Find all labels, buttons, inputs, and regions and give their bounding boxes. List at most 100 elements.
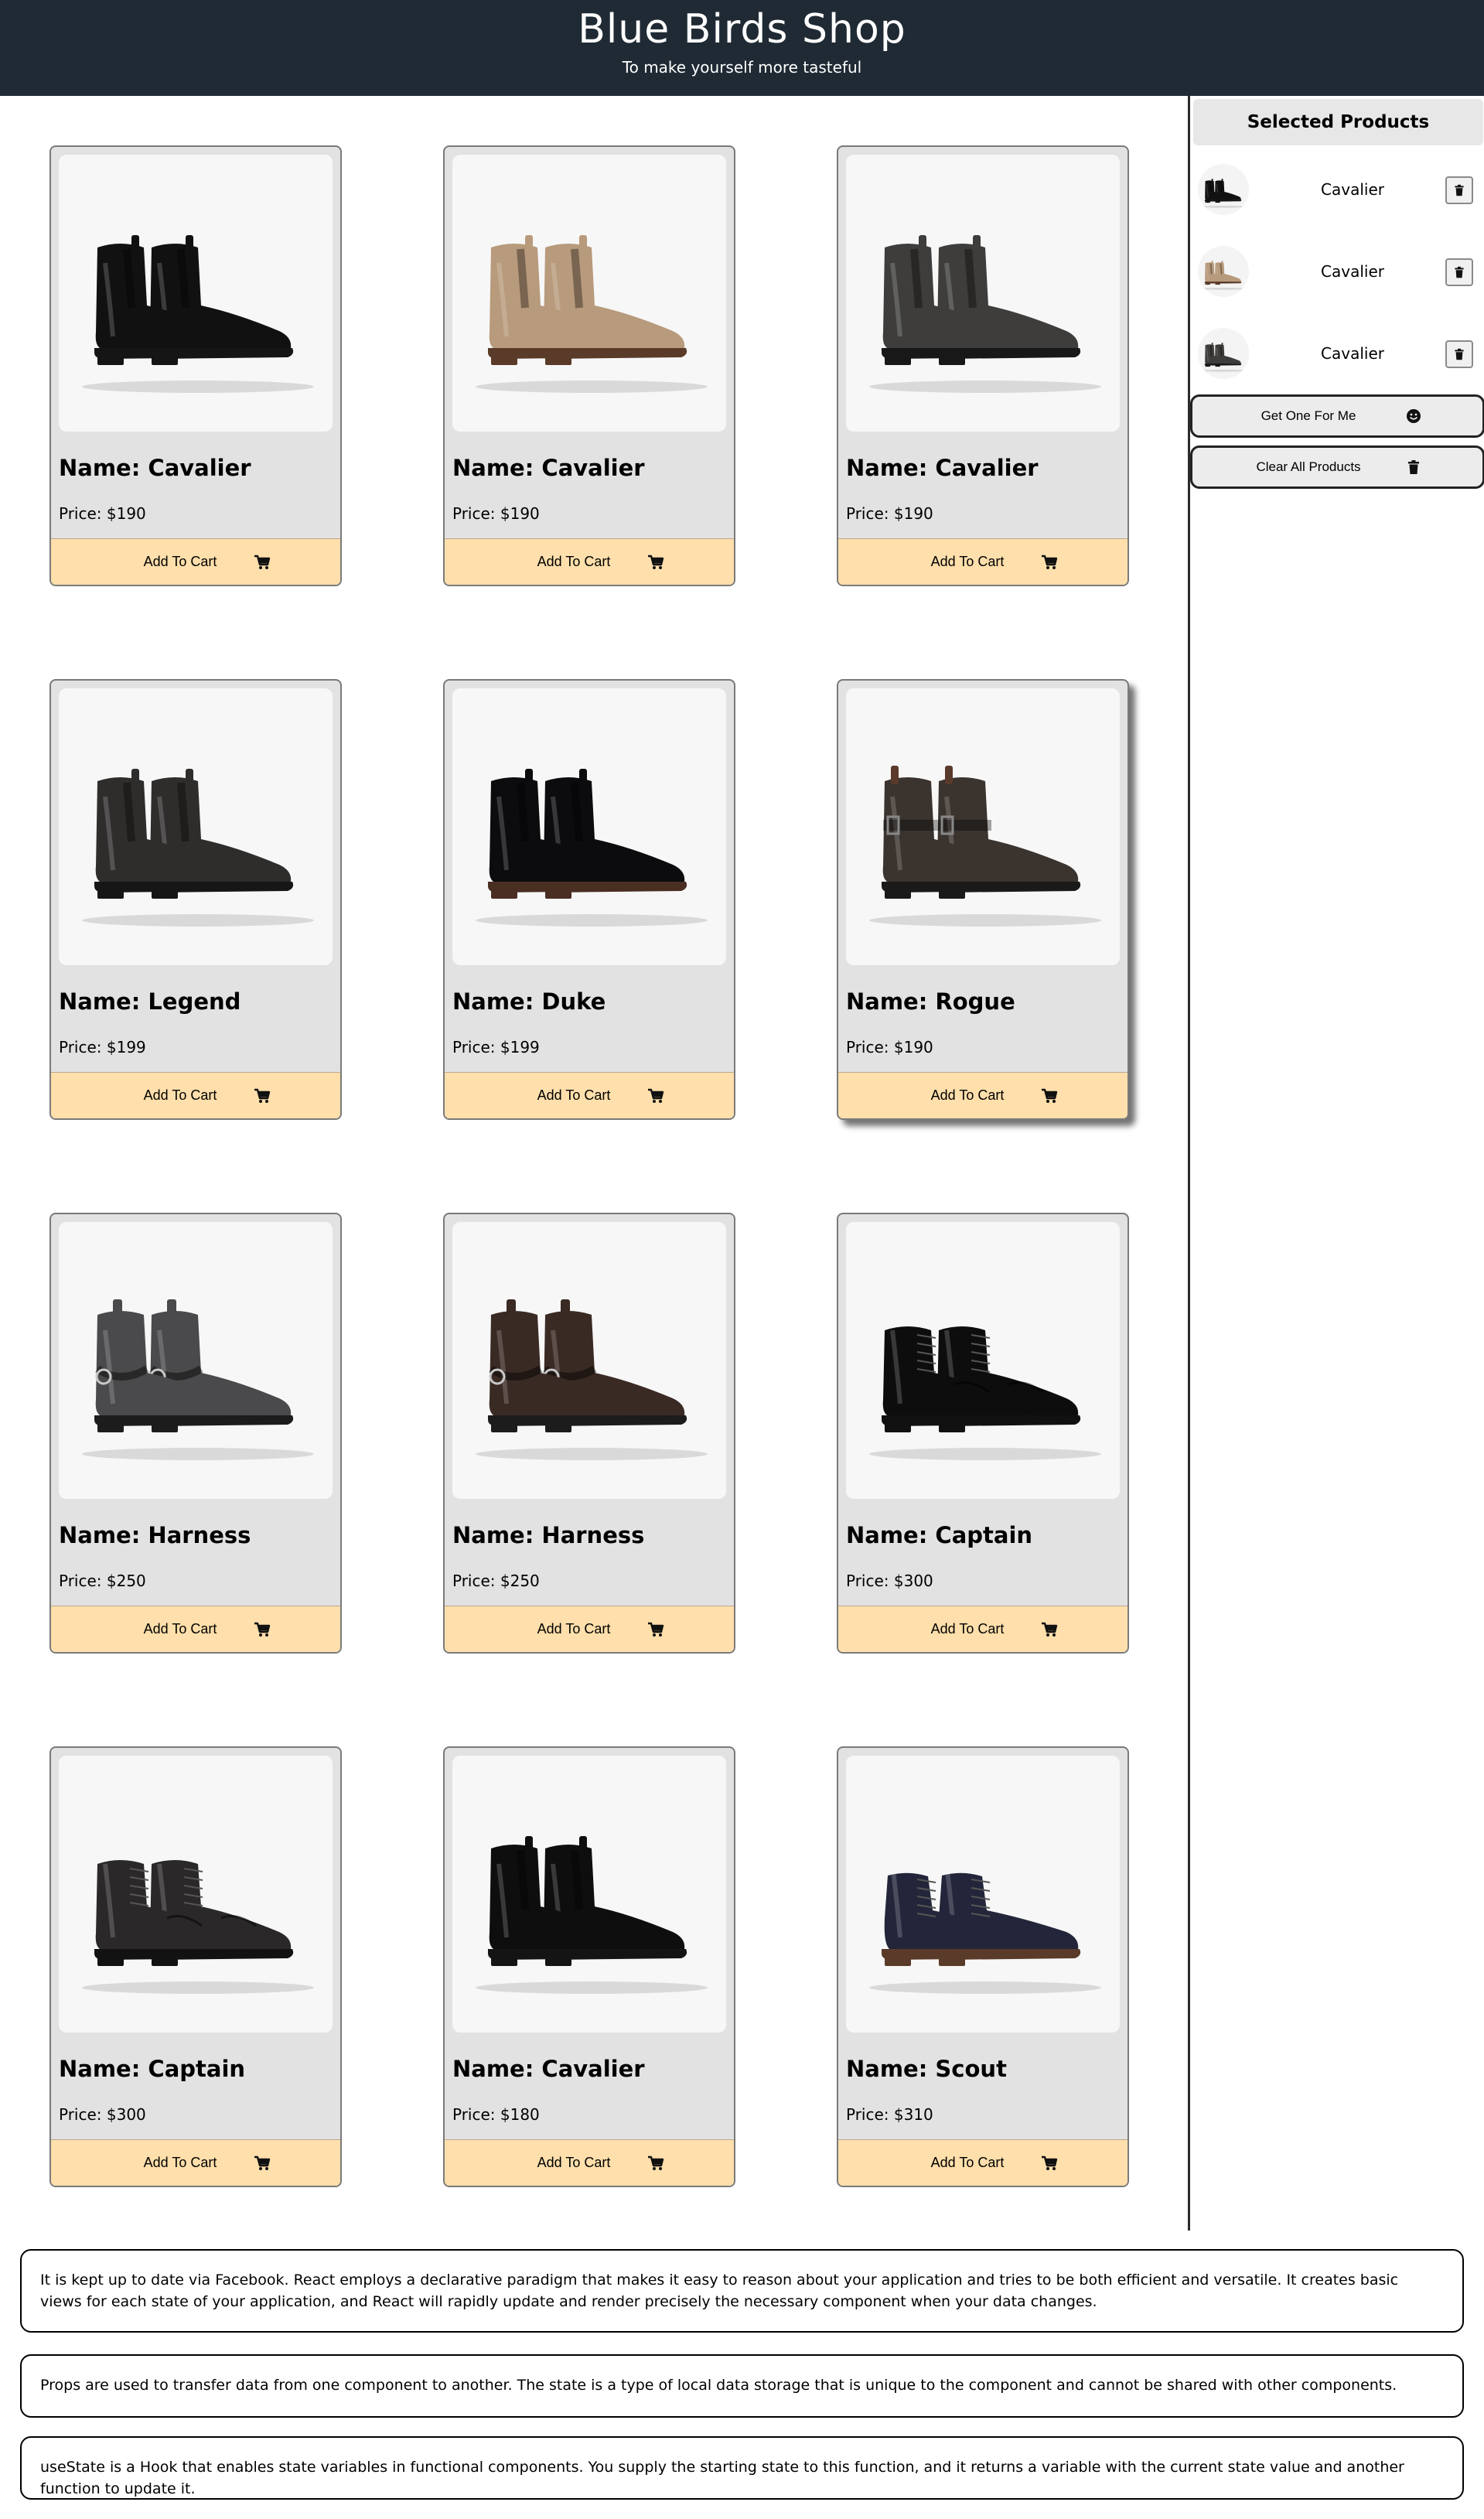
add-to-cart-button[interactable]: Add To Cart	[838, 1606, 1127, 1652]
product-name: Name: Scout	[846, 2056, 1007, 2082]
add-to-cart-label: Add To Cart	[537, 1621, 611, 1637]
product-price: Price: $250	[59, 1572, 146, 1590]
site-title: Blue Birds Shop	[578, 6, 906, 53]
product-image[interactable]	[59, 688, 333, 965]
product-image[interactable]	[59, 155, 333, 432]
add-to-cart-label: Add To Cart	[143, 1087, 217, 1103]
product-card: Name: Cavalier Price: $180 Add To Cart	[443, 1746, 735, 2187]
product-name: Name: Captain	[846, 1522, 1033, 1548]
cart-icon	[648, 555, 664, 569]
product-image[interactable]	[452, 1756, 726, 2033]
info-text: Props are used to transfer data from one…	[40, 2377, 1397, 2394]
product-card: Name: Scout Price: $310 Add To Cart	[837, 1746, 1129, 2187]
product-name: Name: Harness	[59, 1522, 251, 1548]
add-to-cart-label: Add To Cart	[930, 1621, 1005, 1637]
trash-icon	[1455, 266, 1464, 278]
cart-icon	[1042, 2155, 1058, 2170]
product-card: Name: Legend Price: $199 Add To Cart	[49, 679, 342, 1120]
product-price: Price: $310	[846, 2105, 933, 2124]
get-one-for-me-button[interactable]: Get One For Me	[1190, 394, 1484, 438]
product-image[interactable]	[59, 1222, 333, 1499]
product-name: Name: Cavalier	[846, 455, 1039, 481]
add-to-cart-button[interactable]: Add To Cart	[838, 538, 1127, 585]
add-to-cart-button[interactable]: Add To Cart	[445, 2139, 734, 2186]
info-text: useState is a Hook that enables state va…	[40, 2459, 1404, 2497]
product-price: Price: $250	[452, 1572, 540, 1590]
product-price: Price: $190	[846, 1038, 933, 1056]
info-box-react: It is kept up to date via Facebook. Reac…	[20, 2249, 1464, 2333]
add-to-cart-label: Add To Cart	[537, 2155, 611, 2170]
selected-product-name: Cavalier	[1321, 344, 1384, 363]
info-text: It is kept up to date via Facebook. Reac…	[40, 2272, 1399, 2310]
product-card: Name: Harness Price: $250 Add To Cart	[49, 1213, 342, 1654]
product-image[interactable]	[59, 1756, 333, 2033]
selected-product-name: Cavalier	[1321, 180, 1384, 199]
cart-icon	[648, 2155, 664, 2170]
selected-product-item: Cavalier	[1190, 319, 1484, 388]
add-to-cart-label: Add To Cart	[143, 2155, 217, 2170]
product-image[interactable]	[846, 155, 1120, 432]
product-price: Price: $180	[452, 2105, 540, 2124]
cart-icon	[254, 555, 271, 569]
product-image[interactable]	[452, 688, 726, 965]
product-card: Name: Harness Price: $250 Add To Cart	[443, 1213, 735, 1654]
add-to-cart-label: Add To Cart	[143, 554, 217, 569]
clear-all-products-label: Clear All Products	[1256, 459, 1361, 474]
add-to-cart-button[interactable]: Add To Cart	[445, 1072, 734, 1118]
product-card: Name: Cavalier Price: $190 Add To Cart	[49, 145, 342, 586]
add-to-cart-label: Add To Cart	[930, 2155, 1005, 2170]
remove-product-button[interactable]	[1445, 340, 1473, 368]
add-to-cart-button[interactable]: Add To Cart	[838, 1072, 1127, 1118]
product-card: Name: Rogue Price: $190 Add To Cart	[837, 679, 1129, 1120]
product-name: Name: Cavalier	[452, 2056, 645, 2082]
cart-icon	[1042, 1622, 1058, 1637]
trash-icon	[1455, 184, 1464, 196]
product-image[interactable]	[846, 1222, 1120, 1499]
product-name: Name: Rogue	[846, 988, 1015, 1015]
add-to-cart-label: Add To Cart	[930, 1087, 1005, 1103]
product-name: Name: Cavalier	[59, 455, 251, 481]
remove-product-button[interactable]	[1445, 176, 1473, 204]
add-to-cart-button[interactable]: Add To Cart	[51, 1072, 340, 1118]
cart-icon	[254, 1088, 271, 1103]
product-image[interactable]	[452, 1222, 726, 1499]
add-to-cart-button[interactable]: Add To Cart	[51, 2139, 340, 2186]
add-to-cart-label: Add To Cart	[537, 554, 611, 569]
product-name: Name: Cavalier	[452, 455, 645, 481]
product-card: Name: Captain Price: $300 Add To Cart	[49, 1746, 342, 2187]
product-image[interactable]	[452, 155, 726, 432]
add-to-cart-label: Add To Cart	[143, 1621, 217, 1637]
product-image[interactable]	[846, 688, 1120, 965]
selected-product-thumbnail	[1198, 328, 1249, 379]
product-image[interactable]	[846, 1756, 1120, 2033]
cart-icon	[1042, 1088, 1058, 1103]
product-price: Price: $190	[59, 504, 146, 523]
add-to-cart-button[interactable]: Add To Cart	[445, 538, 734, 585]
product-price: Price: $190	[846, 504, 933, 523]
add-to-cart-label: Add To Cart	[537, 1087, 611, 1103]
add-to-cart-button[interactable]: Add To Cart	[838, 2139, 1127, 2186]
selected-product-name: Cavalier	[1321, 262, 1384, 281]
trash-icon	[1455, 348, 1464, 360]
cart-icon	[648, 1088, 664, 1103]
product-name: Name: Harness	[452, 1522, 645, 1548]
trash-icon	[1408, 460, 1419, 474]
add-to-cart-button[interactable]: Add To Cart	[51, 538, 340, 585]
info-box-props: Props are used to transfer data from one…	[20, 2354, 1464, 2418]
add-to-cart-button[interactable]: Add To Cart	[51, 1606, 340, 1652]
remove-product-button[interactable]	[1445, 258, 1473, 286]
product-price: Price: $300	[846, 1572, 933, 1590]
selected-product-thumbnail	[1198, 246, 1249, 297]
product-card: Name: Captain Price: $300 Add To Cart	[837, 1213, 1129, 1654]
add-to-cart-button[interactable]: Add To Cart	[445, 1606, 734, 1652]
site-header: Blue Birds Shop To make yourself more ta…	[0, 0, 1484, 96]
add-to-cart-label: Add To Cart	[930, 554, 1005, 569]
selected-products-sidebar: Selected Products Cavalier Cavalier Cava…	[1188, 96, 1484, 2231]
product-card: Name: Cavalier Price: $190 Add To Cart	[837, 145, 1129, 586]
smile-icon	[1407, 409, 1421, 423]
product-price: Price: $199	[452, 1038, 540, 1056]
product-price: Price: $199	[59, 1038, 146, 1056]
product-price: Price: $300	[59, 2105, 146, 2124]
clear-all-products-button[interactable]: Clear All Products	[1190, 445, 1484, 489]
info-box-usestate: useState is a Hook that enables state va…	[20, 2436, 1464, 2500]
